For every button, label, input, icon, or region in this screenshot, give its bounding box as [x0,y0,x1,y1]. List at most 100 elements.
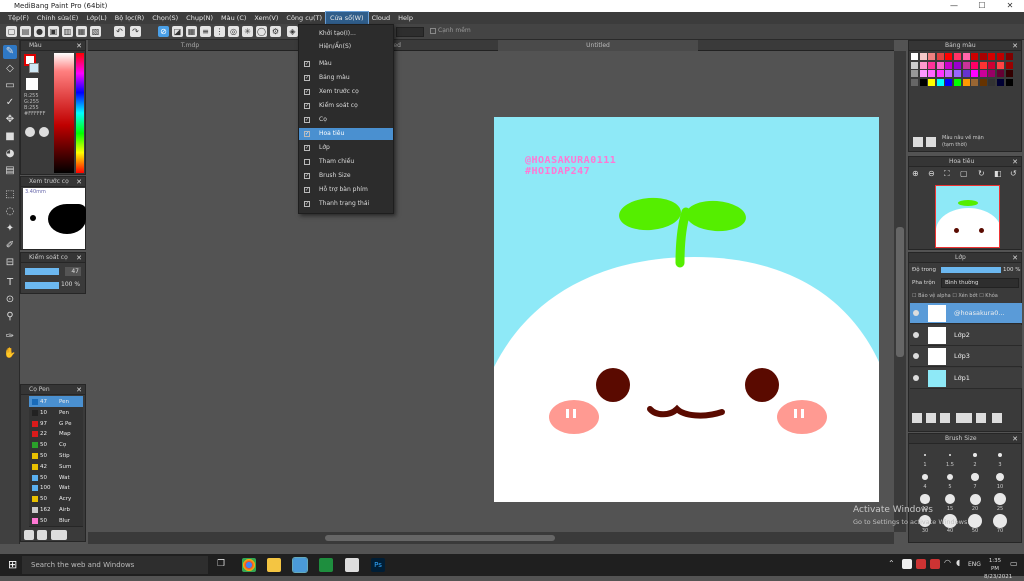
menu-item-9[interactable]: Cửa sổ(W) [325,11,369,25]
dropdown-select[interactable] [396,27,424,37]
palette-swatch[interactable] [919,61,927,69]
palette-swatch[interactable] [945,78,953,86]
select-none-icon[interactable]: ⊘ [158,26,169,37]
horizontal-scroll-thumb[interactable] [325,535,555,541]
brush-size-dot[interactable] [920,494,930,504]
transparent-swatch[interactable] [26,78,38,90]
close-icon[interactable]: ✕ [1012,434,1018,444]
check-tool-icon[interactable]: ✓ [3,96,17,110]
brush-size-dot[interactable] [997,452,1003,458]
blend-mode-select[interactable]: Bình thường [941,278,1019,288]
palette-swatch[interactable] [954,70,961,77]
divide-tool-icon[interactable]: ⊟ [3,256,17,270]
tab-left[interactable]: T.mdp [178,40,202,51]
add-color-icon[interactable] [913,137,923,147]
brush-size-dot[interactable] [994,493,1006,505]
lasso-tool-icon[interactable]: ◌ [3,205,17,219]
magic-wand-tool-icon[interactable]: ✦ [3,222,17,236]
move-tool-icon[interactable]: ✥ [3,113,17,127]
zoom-in-icon[interactable]: ⊕ [912,169,919,178]
palette-swatch[interactable] [919,78,927,86]
brush-size-dot[interactable] [973,453,977,457]
window-menu-item-12[interactable]: ✓ Thanh trạng thái [299,198,393,210]
rotate-icon[interactable]: ↻ [978,169,985,178]
palette-swatch[interactable] [1005,61,1013,69]
close-icon[interactable]: ✕ [76,385,82,395]
eye-icon[interactable] [913,353,919,359]
dropper-tool-icon[interactable]: ✑ [3,330,17,344]
palette-swatch[interactable] [928,53,936,60]
palette-swatch[interactable] [971,61,979,69]
palette-swatch[interactable] [911,78,918,86]
select-tool-icon[interactable]: ⬚ [3,188,17,202]
brush-settings-icon[interactable] [37,530,47,540]
horizontal-scrollbar[interactable] [88,532,894,544]
menu-item-3[interactable]: Bộ lọc(R) [111,12,148,24]
photoshop-icon[interactable]: Ps [371,558,385,572]
palette-swatch[interactable] [936,78,944,86]
zoom-out-icon[interactable]: ⊖ [928,169,935,178]
operation-tool-icon[interactable]: ⊙ [3,293,17,307]
palette-swatch[interactable] [988,53,996,60]
menu-item-10[interactable]: Cloud [368,12,395,24]
clock[interactable]: 1:35 PM 8/23/2021 [984,557,1012,581]
actual-size-icon[interactable]: ▢ [960,169,968,178]
tray-app2-icon[interactable] [930,559,940,569]
open-icon[interactable]: ▤ [20,26,31,37]
palette-swatch[interactable] [971,78,979,86]
palette-swatch[interactable] [997,53,1004,60]
palette-swatch[interactable] [954,78,961,86]
palette-swatch[interactable] [1005,53,1013,60]
palette-swatch[interactable] [962,70,970,77]
palette-swatch[interactable] [979,53,987,60]
eye-icon[interactable] [913,310,919,316]
select-pen-tool-icon[interactable]: ✐ [3,239,17,253]
menu-item-1[interactable]: Chỉnh sửa(E) [33,12,82,24]
chat-icon[interactable]: ● [34,26,45,37]
snap-circle-icon[interactable]: ◎ [228,26,239,37]
brush-size-dot[interactable] [924,454,926,456]
language-indicator[interactable]: ENG [968,561,981,568]
fill-square-tool-icon[interactable]: ■ [3,130,17,144]
palette-swatch[interactable] [936,70,944,77]
palette-swatch[interactable] [988,78,996,86]
window-menu-item-8[interactable]: ✓ Lớp [299,142,393,154]
window-menu-item-7[interactable]: ✓ Hoa tiêu [299,128,393,140]
gradient-tool-icon[interactable]: ▤ [3,164,17,178]
layer-row[interactable]: Lớp3 [910,346,1022,367]
eraser-tool-icon[interactable]: ◇ [3,62,17,76]
snap-settings-icon[interactable]: ⚙ [270,26,281,37]
layer-opacity-slider[interactable] [941,267,1001,273]
tray-antivirus-icon[interactable] [916,559,926,569]
palette-swatch[interactable] [919,53,927,60]
share-icon[interactable]: ▥ [62,26,73,37]
brush-size-value[interactable]: 47 [65,267,81,276]
flip-icon[interactable]: ◧ [994,169,1002,178]
app-green-icon[interactable] [319,558,333,572]
saturation-box[interactable] [54,53,74,173]
close-icon[interactable]: ✕ [76,41,82,51]
window-menu-item-6[interactable]: ✓ Cọ [299,114,393,126]
brush-opacity-slider[interactable] [25,282,59,289]
background-color-swatch[interactable] [29,63,39,73]
menu-item-6[interactable]: Màu (C) [217,12,250,24]
tray-app-icon[interactable] [902,559,912,569]
palette-swatch[interactable] [936,53,944,60]
menu-item-4[interactable]: Chọn(S) [148,12,182,24]
close-icon[interactable]: ✕ [76,177,82,187]
task-view-icon[interactable]: ❐ [217,559,225,569]
add-brush-icon[interactable] [24,530,34,540]
palette-swatch[interactable] [945,61,953,69]
palette-swatch[interactable] [979,61,987,69]
menu-item-8[interactable]: Công cụ(T) [282,12,326,24]
window-menu-item-0[interactable]: Khởi tạo(I)... [299,28,393,40]
window-menu-item-1[interactable]: Hiện/Ẩn(S) [299,41,393,53]
palette-swatch[interactable] [997,78,1004,86]
close-icon[interactable]: ✕ [1012,157,1018,167]
duplicate-layer-icon[interactable] [940,413,950,423]
palette-swatch[interactable] [911,53,918,60]
brush-size-dot[interactable] [993,514,1007,528]
tab-untitled[interactable]: Untitled [498,40,698,51]
snap-h-icon[interactable]: ⋮ [214,26,225,37]
fit-icon[interactable]: ⛶ [944,169,950,179]
